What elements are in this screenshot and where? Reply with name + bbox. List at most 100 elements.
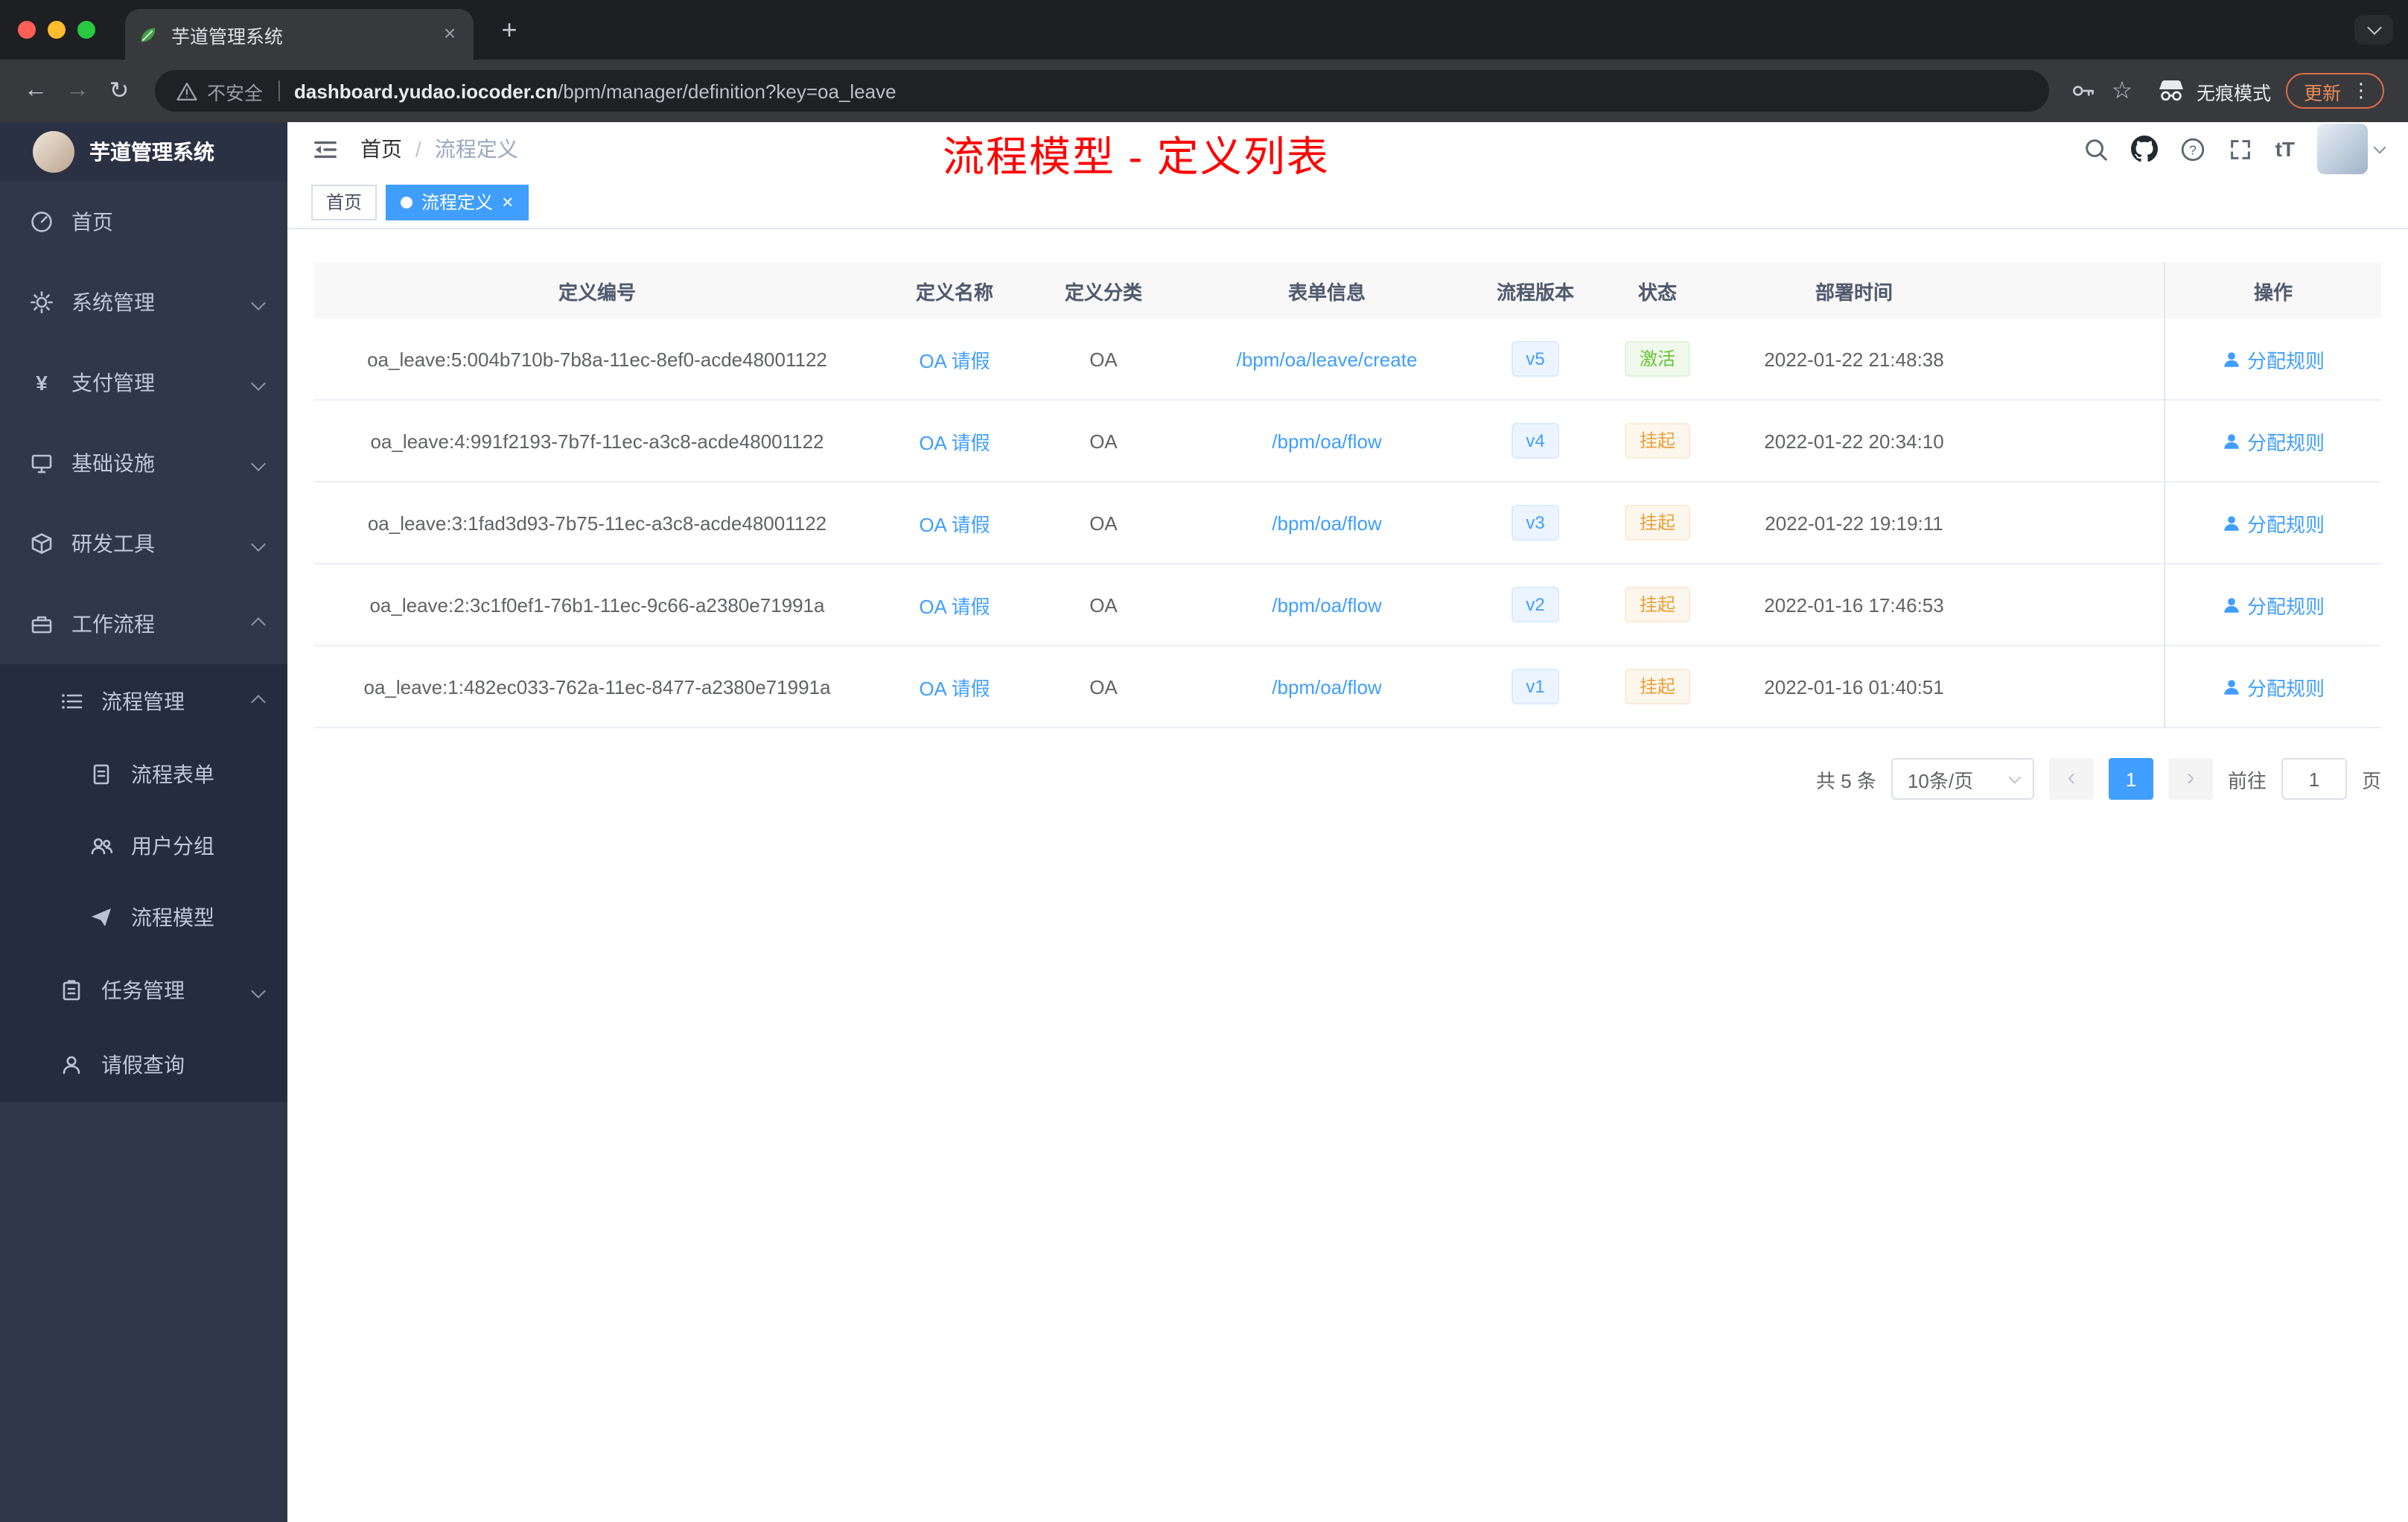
sidebar-item-label: 工作流程 xyxy=(71,612,155,636)
form-link[interactable]: /bpm/oa/flow xyxy=(1272,675,1381,698)
list-icon xyxy=(62,694,83,709)
new-tab-button[interactable] xyxy=(491,12,527,48)
chevron-up-icon xyxy=(251,694,266,709)
cell-id: oa_leave:1:482ec033-762a-11ec-8477-a2380… xyxy=(363,675,831,698)
sidebar-item-user-groups[interactable]: 用户分组 xyxy=(0,810,287,882)
sidebar-item-payment-management[interactable]: 支付管理 xyxy=(0,343,287,423)
definition-name-link[interactable]: OA 请假 xyxy=(919,427,990,455)
page-button-1[interactable]: 1 xyxy=(2108,758,2153,800)
definition-name-link[interactable]: OA 请假 xyxy=(919,672,990,701)
tools-icon xyxy=(31,533,52,554)
reload-button[interactable] xyxy=(98,70,140,112)
page-size-value: 10条/页 xyxy=(1907,769,1974,792)
cell-actions: 分配规则 xyxy=(2165,509,2381,537)
password-key-icon[interactable] xyxy=(2064,71,2103,110)
tag-close-icon[interactable] xyxy=(502,191,513,213)
app-frame: 芋道管理系统 首页 系统管理 支付管理 基础设施 xyxy=(0,122,2408,1522)
cell-category: OA xyxy=(1089,430,1118,452)
page-size-select[interactable]: 10条/页 xyxy=(1891,758,2034,800)
font-size-icon[interactable] xyxy=(2275,137,2295,161)
form-link[interactable]: /bpm/oa/flow xyxy=(1272,430,1381,452)
column-header: 流程版本 xyxy=(1496,281,1574,303)
sidebar-item-process-models[interactable]: 流程模型 xyxy=(0,882,287,953)
workflow-submenu: 流程管理 流程表单 用户分组 流程模型 任务管理 请假查询 xyxy=(0,664,287,1102)
assign-rule-link[interactable]: 分配规则 xyxy=(2222,345,2325,373)
form-link[interactable]: /bpm/oa/flow xyxy=(1272,512,1381,534)
tab-search-button[interactable] xyxy=(2354,15,2393,45)
definition-name-link[interactable]: OA 请假 xyxy=(919,509,990,537)
chevron-down-icon xyxy=(2373,140,2386,153)
window-close-button[interactable] xyxy=(18,21,36,39)
person-icon xyxy=(2224,597,2239,612)
version-tag: v1 xyxy=(1511,669,1560,704)
sidebar-toggle-button[interactable] xyxy=(311,136,340,162)
sidebar-item-label: 流程管理 xyxy=(101,690,185,713)
pagination: 共 5 条 10条/页 1 前往 页 xyxy=(314,758,2381,800)
assign-rule-link[interactable]: 分配规则 xyxy=(2222,672,2325,701)
sidebar-item-label: 基础设施 xyxy=(71,451,155,475)
sidebar-item-label: 流程模型 xyxy=(131,905,214,929)
tag-process-definition[interactable]: 流程定义 xyxy=(386,184,529,220)
sidebar-item-task-management[interactable]: 任务管理 xyxy=(0,953,287,1028)
prev-page-button[interactable] xyxy=(2048,758,2094,800)
assign-rule-label: 分配规则 xyxy=(2246,595,2325,617)
assign-rule-link[interactable]: 分配规则 xyxy=(2222,427,2325,455)
column-header: 定义名称 xyxy=(915,281,993,303)
table-body: oa_leave:5:004b710b-7b8a-11ec-8ef0-acde4… xyxy=(314,319,2381,728)
sidebar-item-process-management[interactable]: 流程管理 xyxy=(0,664,287,739)
github-icon[interactable] xyxy=(2130,136,2158,162)
infrastructure-icon xyxy=(31,454,52,474)
cell-status: 挂起 xyxy=(1595,587,1720,623)
definition-name-link[interactable]: OA 请假 xyxy=(919,590,990,619)
chrome-update-button[interactable]: 更新 xyxy=(2285,73,2384,109)
url-domain: dashboard.yudao.iocoder.cn xyxy=(294,80,558,102)
version-tag: v2 xyxy=(1511,587,1560,623)
sidebar-item-process-forms[interactable]: 流程表单 xyxy=(0,739,287,810)
sidebar-item-home[interactable]: 首页 xyxy=(0,182,287,262)
logo-avatar xyxy=(33,131,74,173)
warning-icon xyxy=(176,82,197,100)
browser-window: 芋道管理系统 不安全 dashboard.yudao.iocoder.cn/bp… xyxy=(0,0,2408,1522)
cell-id: oa_leave:5:004b710b-7b8a-11ec-8ef0-acde4… xyxy=(367,348,827,370)
sidebar-item-workflow[interactable]: 工作流程 xyxy=(0,584,287,664)
cell-version: v3 xyxy=(1476,505,1595,541)
assign-rule-link[interactable]: 分配规则 xyxy=(2222,590,2325,619)
address-bar[interactable]: 不安全 dashboard.yudao.iocoder.cn/bpm/manag… xyxy=(155,70,2049,112)
cell-deploy-time: 2022-01-22 21:48:38 xyxy=(1764,348,1944,370)
back-button[interactable] xyxy=(15,70,57,112)
sidebar-item-dev-tools[interactable]: 研发工具 xyxy=(0,503,287,584)
tag-label: 流程定义 xyxy=(421,192,494,213)
chevron-down-icon xyxy=(2008,771,2022,784)
browser-tab[interactable]: 芋道管理系统 xyxy=(125,9,474,60)
gear-icon xyxy=(31,291,53,313)
cell-actions: 分配规则 xyxy=(2165,672,2381,701)
cell-actions: 分配规则 xyxy=(2165,590,2381,619)
window-zoom-button[interactable] xyxy=(77,21,95,39)
window-minimize-button[interactable] xyxy=(48,21,66,39)
tag-home[interactable]: 首页 xyxy=(311,184,378,220)
forward-button[interactable] xyxy=(57,70,98,112)
user-menu[interactable] xyxy=(2317,124,2386,174)
next-page-button[interactable] xyxy=(2167,758,2213,800)
chevron-down-icon xyxy=(251,295,266,310)
form-link[interactable]: /bpm/oa/flow xyxy=(1272,593,1381,616)
help-icon[interactable]: ? xyxy=(2180,136,2205,162)
fullscreen-icon[interactable] xyxy=(2228,136,2253,162)
cell-definition-id: oa_leave:3:1fad3d93-7b75-11ec-a3c8-acde4… xyxy=(314,512,880,534)
sidebar-item-leave-query[interactable]: 请假查询 xyxy=(0,1028,287,1102)
assign-rule-link[interactable]: 分配规则 xyxy=(2222,509,2325,537)
goto-page-input[interactable] xyxy=(2281,758,2347,800)
definition-name-link[interactable]: OA 请假 xyxy=(919,345,990,373)
tab-close-icon[interactable] xyxy=(438,21,462,48)
bookmark-star-icon[interactable] xyxy=(2103,71,2141,110)
browser-menu-icon[interactable] xyxy=(2351,79,2371,103)
sidebar-item-infrastructure[interactable]: 基础设施 xyxy=(0,423,287,503)
form-link[interactable]: /bpm/oa/leave/create xyxy=(1237,348,1418,370)
search-icon[interactable] xyxy=(2083,136,2109,162)
cell-category: OA xyxy=(1089,512,1118,534)
avatar[interactable] xyxy=(2317,124,2368,174)
sidebar-item-label: 系统管理 xyxy=(71,290,155,314)
sidebar-item-system-management[interactable]: 系统管理 xyxy=(0,262,287,343)
clipboard-icon xyxy=(63,980,80,1001)
breadcrumb-home[interactable]: 首页 xyxy=(360,134,402,164)
